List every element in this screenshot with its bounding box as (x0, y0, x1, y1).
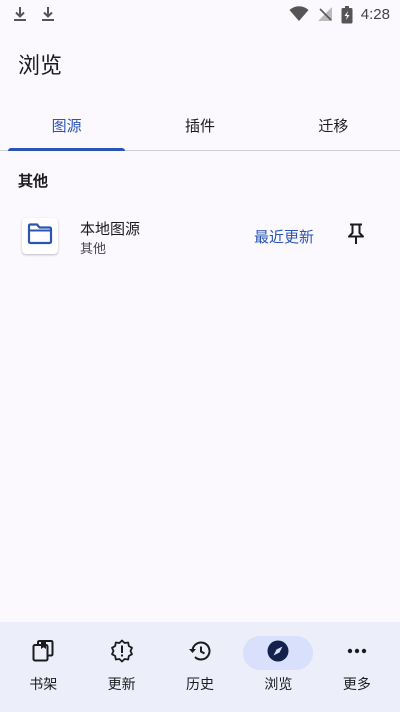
status-bar-left (12, 6, 56, 22)
more-icon (345, 639, 369, 667)
section-header: 其他 (18, 172, 49, 190)
tab-label: 插件 (184, 116, 215, 135)
tab-bar: 图源 插件 迁移 (0, 100, 400, 151)
tab-sources[interactable]: 图源 (0, 100, 133, 151)
no-signal-icon (317, 6, 333, 22)
battery-charging-icon (341, 6, 353, 24)
wifi-icon (289, 6, 309, 22)
nav-label: 浏览 (264, 677, 293, 693)
download-icon (40, 6, 56, 22)
nav-updates[interactable]: 更新 (82, 622, 160, 712)
source-icon (22, 218, 58, 254)
nav-more[interactable]: 更多 (318, 622, 396, 712)
nav-label: 更新 (107, 677, 136, 693)
library-icon (31, 639, 55, 667)
page-title: 浏览 (18, 54, 63, 79)
status-bar-right: 4:28 (289, 5, 390, 24)
updates-icon (110, 639, 134, 667)
status-time: 4:28 (360, 5, 390, 23)
pin-button[interactable] (340, 220, 372, 252)
nav-label: 书架 (29, 677, 58, 693)
compass-icon (266, 639, 290, 667)
source-name: 本地图源 (80, 220, 141, 238)
tab-extensions[interactable]: 插件 (133, 100, 266, 150)
folder-icon (27, 223, 53, 249)
latest-button[interactable]: 最近更新 (244, 222, 324, 250)
nav-browse[interactable]: 浏览 (239, 622, 317, 712)
nav-pill (8, 636, 78, 670)
nav-library[interactable]: 书架 (4, 622, 82, 712)
nav-label: 历史 (186, 677, 215, 693)
tab-label: 迁移 (318, 116, 349, 135)
nav-pill (322, 636, 392, 670)
nav-pill (165, 636, 235, 670)
bottom-navigation: 书架 更新 历史 浏览 更多 (0, 622, 400, 712)
history-icon (188, 639, 212, 667)
nav-pill-active (243, 636, 314, 670)
nav-pill (87, 636, 157, 670)
tab-migrate[interactable]: 迁移 (267, 100, 400, 150)
source-row-local[interactable]: 本地图源 其他 最近更新 (0, 208, 400, 264)
pin-icon (346, 223, 366, 249)
download-icon (12, 6, 28, 22)
nav-label: 更多 (342, 677, 371, 693)
tab-indicator (8, 148, 126, 151)
source-language: 其他 (80, 242, 107, 257)
nav-history[interactable]: 历史 (161, 622, 239, 712)
tab-label: 图源 (51, 116, 82, 135)
status-bar: 4:28 (0, 0, 400, 28)
